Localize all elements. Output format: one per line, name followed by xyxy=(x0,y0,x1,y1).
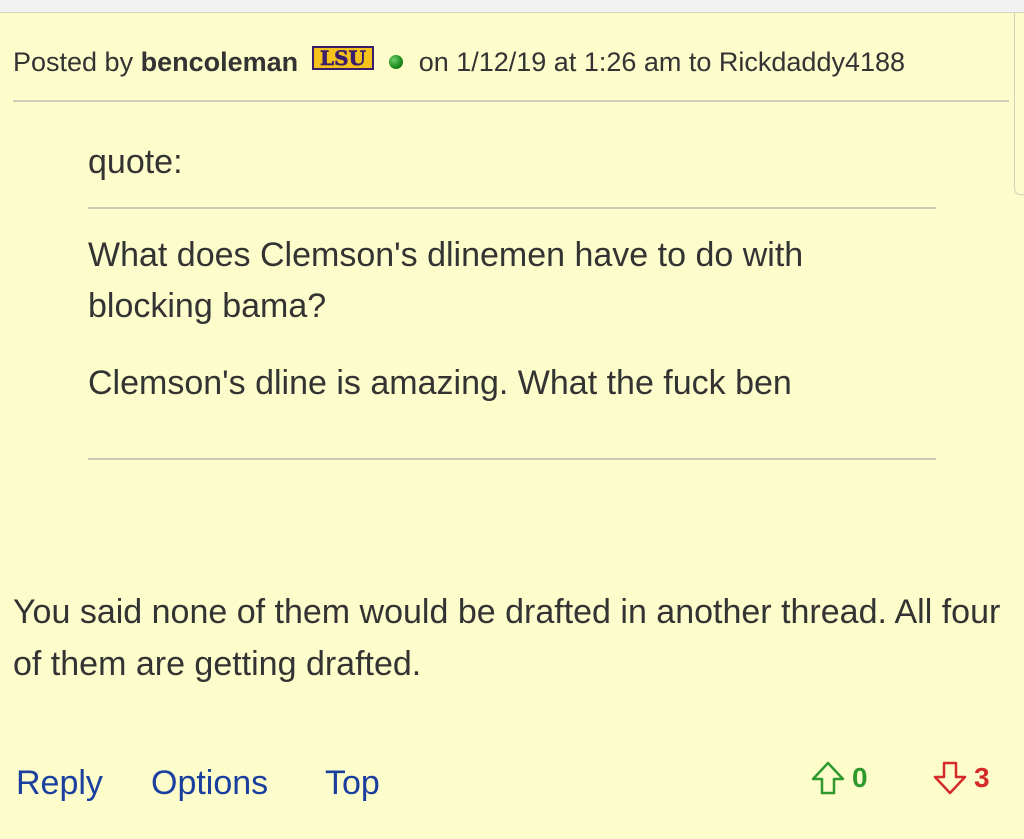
top-link[interactable]: Top xyxy=(325,764,380,803)
post-meta: on 1/12/19 at 1:26 am to Rickdaddy4188 xyxy=(418,47,906,77)
quote-paragraph: Clemson's dline is amazing. What the fuc… xyxy=(88,364,792,402)
quote-divider-top xyxy=(88,207,936,209)
team-logo-text: LSU xyxy=(320,46,366,70)
scrollbar[interactable] xyxy=(1014,12,1024,195)
arrow-up-icon xyxy=(810,760,852,796)
quote-paragraph: What does Clemson's dlinemen have to do … xyxy=(88,236,804,325)
author-name[interactable]: bencoleman xyxy=(141,47,299,77)
lsu-logo-icon: LSU xyxy=(311,41,374,81)
quote-label: quote: xyxy=(88,143,183,181)
arrow-down-icon xyxy=(932,760,974,796)
posted-by-label: Posted by xyxy=(13,47,134,77)
post-body: You said none of them would be drafted i… xyxy=(13,593,1001,683)
downvote-count: 3 xyxy=(974,762,990,793)
upvote-count: 0 xyxy=(852,762,868,793)
upvote-button[interactable]: 0 xyxy=(810,760,868,796)
post-header: Posted by bencoleman LSU on 1/12/19 at 1… xyxy=(13,42,905,82)
downvote-button[interactable]: 3 xyxy=(932,760,990,796)
reply-link[interactable]: Reply xyxy=(16,764,103,803)
top-bar xyxy=(0,0,1024,13)
quote-divider-bottom xyxy=(88,458,936,460)
header-divider xyxy=(13,100,1009,102)
online-status-icon xyxy=(389,54,404,69)
post-footer: Reply Options Top 0 3 xyxy=(0,758,1024,814)
options-link[interactable]: Options xyxy=(151,764,268,803)
quote-block: What does Clemson's dlinemen have to do … xyxy=(88,230,936,435)
